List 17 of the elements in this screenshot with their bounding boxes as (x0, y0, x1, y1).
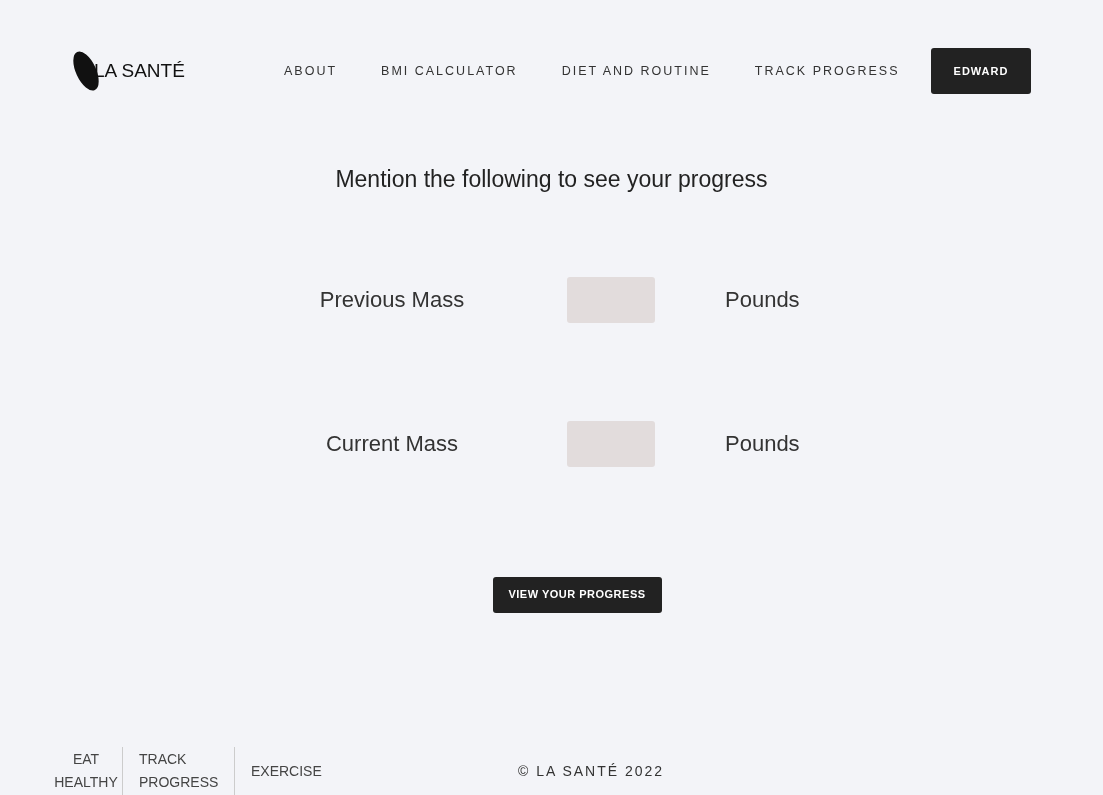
field-label: Previous Mass (318, 286, 466, 314)
unit-label: Pounds (725, 286, 800, 314)
footer-link[interactable]: TRACK PROGRESS (122, 747, 234, 795)
user-button[interactable]: EDWARD (931, 48, 1031, 94)
form-heading: Mention the following to see your progress (335, 165, 768, 194)
field-label: Current Mass (324, 430, 459, 458)
mass-input[interactable] (567, 276, 655, 323)
footer-link[interactable]: EAT HEALTHY (50, 747, 122, 795)
nav-link[interactable]: BMI CALCULATOR (381, 61, 518, 81)
nav-link[interactable]: TRACK PROGRESS (754, 61, 900, 81)
copyright: © LA SANTÉ 2022 (518, 761, 665, 781)
view-progress-button[interactable]: VIEW YOUR PROGRESS (492, 576, 662, 613)
footer-link[interactable]: EXERCISE (234, 747, 344, 795)
nav-link[interactable]: DIET AND ROUTINE (561, 61, 711, 81)
mass-input[interactable] (567, 420, 655, 467)
nav-link[interactable]: ABOUT (284, 61, 338, 81)
unit-label: Pounds (725, 430, 800, 458)
